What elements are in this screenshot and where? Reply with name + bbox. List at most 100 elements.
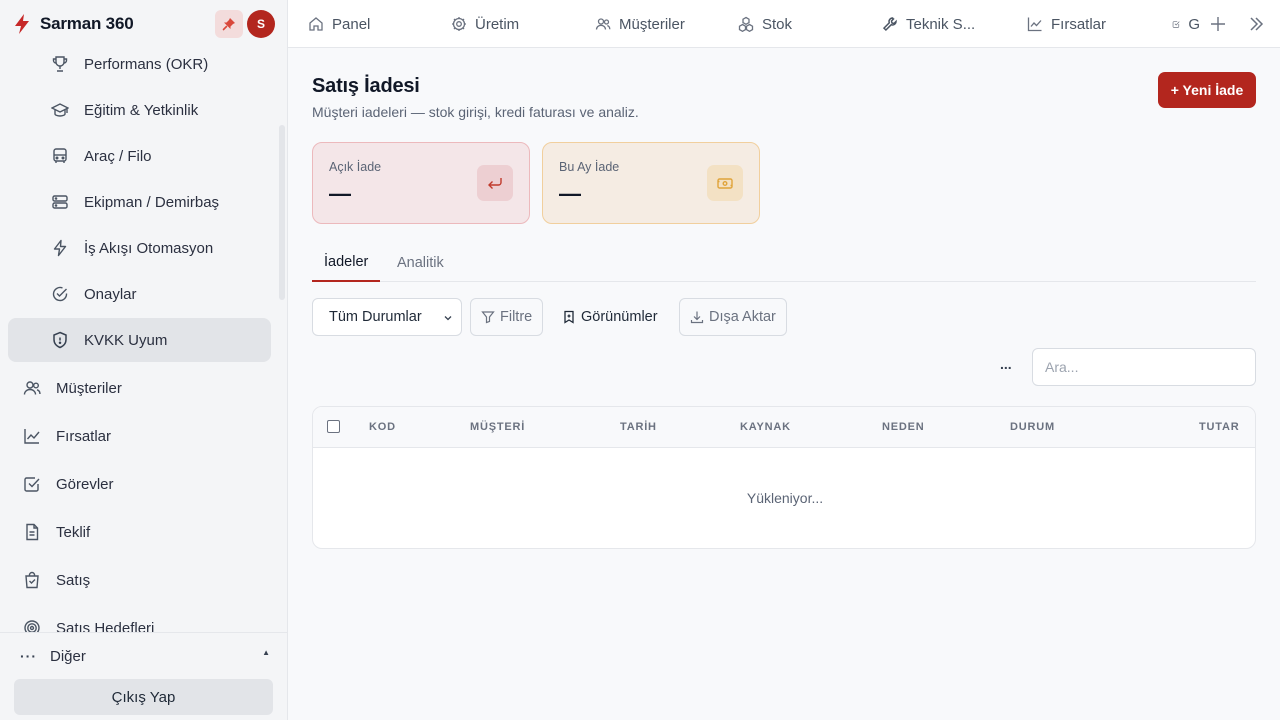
sidebar-item-performance[interactable]: Performans (OKR) [8,48,271,86]
tab-label: Müşteriler [619,15,685,33]
views-label: Görünümler [581,309,658,325]
sidebar-item-kvkk[interactable]: KVKK Uyum [8,318,271,362]
caret-up-icon: ▲ [262,648,270,657]
sidebar-item-label: Ekipman / Demirbaş [84,193,220,211]
sidebar-item-label: Satış [56,571,91,589]
status-select-value: Tüm Durumlar [329,309,422,325]
sidebar-footer: ··· Diğer ▲ Çıkış Yap [0,632,287,720]
tab-production[interactable]: Üretim [451,0,519,48]
kpi-card-monthly-returns: Bu Ay İade — [542,142,760,224]
sidebar-item-customers[interactable]: Müşteriler [8,366,271,410]
target-icon [24,620,40,632]
tab-analytics[interactable]: Analitik [397,244,444,282]
kpi-value: — [329,181,351,206]
tab-label: Stok [762,15,793,33]
more-icon: ··· [20,648,37,664]
column-header-code[interactable]: KOD [369,421,396,433]
boxes-icon [738,16,754,32]
bolt-icon [53,239,67,257]
return-arrow-icon [477,165,513,201]
column-header-customer[interactable]: MÜŞTERİ [470,421,525,433]
users-icon [595,18,611,30]
sidebar-item-label: Görevler [56,475,114,493]
shield-icon [53,331,67,349]
sidebar-scrollbar[interactable] [279,125,285,300]
export-button[interactable]: Dışa Aktar [679,298,787,336]
tab-stock[interactable]: Stok [738,0,792,48]
banknote-icon [707,165,743,201]
kpi-value: — [559,181,581,206]
tab-returns[interactable]: İadeler [312,244,381,282]
tab-label: Üretim [475,15,520,33]
sidebar: Sarman 360 S Performans (OKR) Eğitim & Y… [0,0,288,720]
tab-label: Teknik S... [906,15,976,33]
select-all-checkbox[interactable] [327,420,340,433]
sidebar-item-label: Fırsatlar [56,427,112,445]
sidebar-item-label: Performans (OKR) [84,55,209,73]
checkbox-icon [24,477,40,492]
tab-label: G [1188,15,1200,33]
search-input[interactable] [1032,348,1256,386]
sidebar-item-workflow[interactable]: İş Akışı Otomasyon [8,226,271,270]
sidebar-item-quotes[interactable]: Teklif [8,510,271,554]
content-tabs: İadeler Analitik [312,244,1256,282]
column-header-reason[interactable]: NEDEN [882,421,925,433]
returns-table: KOD MÜŞTERİ TARİH KAYNAK NEDEN DURUM TUT… [312,406,1256,549]
home-icon [309,17,323,31]
export-label: Dışa Aktar [709,309,776,325]
checkbox-icon [1172,21,1180,28]
sidebar-item-opportunities[interactable]: Fırsatlar [8,414,271,458]
sidebar-item-label: Teklif [56,523,91,541]
column-header-source[interactable]: KAYNAK [740,421,791,433]
sidebar-item-tasks[interactable]: Görevler [8,462,271,506]
app-title: Sarman 360 [40,14,134,33]
sidebar-item-fleet[interactable]: Araç / Filo [8,134,271,178]
bolt-logo-icon [15,14,29,34]
logout-button[interactable]: Çıkış Yap [14,679,273,715]
trend-icon [24,429,40,444]
add-tab-button[interactable] [1208,14,1228,34]
brand: Sarman 360 [0,0,287,48]
tab-technical-service[interactable]: Teknik S... [882,0,975,48]
sidebar-item-equipment[interactable]: Ekipman / Demirbaş [8,180,271,224]
more-actions-button[interactable]: ... [1000,356,1012,372]
kpi-card-open-returns: Açık İade — [312,142,530,224]
sidebar-item-training[interactable]: Eğitim & Yetkinlik [8,88,271,132]
views-button[interactable]: Görünümler [552,298,668,336]
status-select[interactable]: Tüm Durumlar [312,298,462,336]
column-header-date[interactable]: TARİH [620,421,657,433]
pin-button[interactable] [215,10,243,38]
column-header-status[interactable]: DURUM [1010,421,1055,433]
sidebar-item-sales[interactable]: Satış [8,558,271,602]
new-return-button[interactable]: + Yeni İade [1158,72,1256,108]
more-label: Diğer [50,647,86,665]
sidebar-item-label: Eğitim & Yetkinlik [84,101,199,119]
top-tab-bar: Panel Üretim Müşteriler Stok Teknik S...… [288,0,1280,48]
tab-panel[interactable]: Panel [308,0,370,48]
kpi-label: Bu Ay İade [559,160,620,174]
users-icon [23,381,41,395]
sidebar-nav: Performans (OKR) Eğitim & Yetkinlik Araç… [0,48,287,632]
filter-button[interactable]: Filtre [470,298,544,336]
avatar[interactable]: S [247,10,275,38]
column-header-amount[interactable]: TUTAR [1199,421,1239,433]
kpi-label: Açık İade [329,160,382,174]
tab-tasks[interactable]: G [1172,0,1200,48]
tab-customers[interactable]: Müşteriler [595,0,685,48]
bus-icon [53,148,67,163]
trophy-icon [52,56,68,72]
download-icon [690,311,704,324]
sidebar-item-sales-targets[interactable]: Satış Hedefleri [8,606,271,632]
trend-icon [1027,17,1042,32]
chevrons-right-icon[interactable] [1246,14,1266,34]
wrench-icon [882,17,897,32]
tab-label: Fırsatlar [1051,15,1107,33]
tab-opportunities[interactable]: Fırsatlar [1027,0,1106,48]
sidebar-item-label: İş Akışı Otomasyon [84,239,214,257]
page-subtitle: Müşteri iadeleri — stok girişi, kredi fa… [312,104,639,120]
pin-icon [222,18,235,31]
shopping-bag-icon [25,571,39,589]
sidebar-item-label: Araç / Filo [84,147,152,165]
more-toggle[interactable]: ··· Diğer ▲ [20,645,272,667]
sidebar-item-approvals[interactable]: Onaylar [8,272,271,316]
